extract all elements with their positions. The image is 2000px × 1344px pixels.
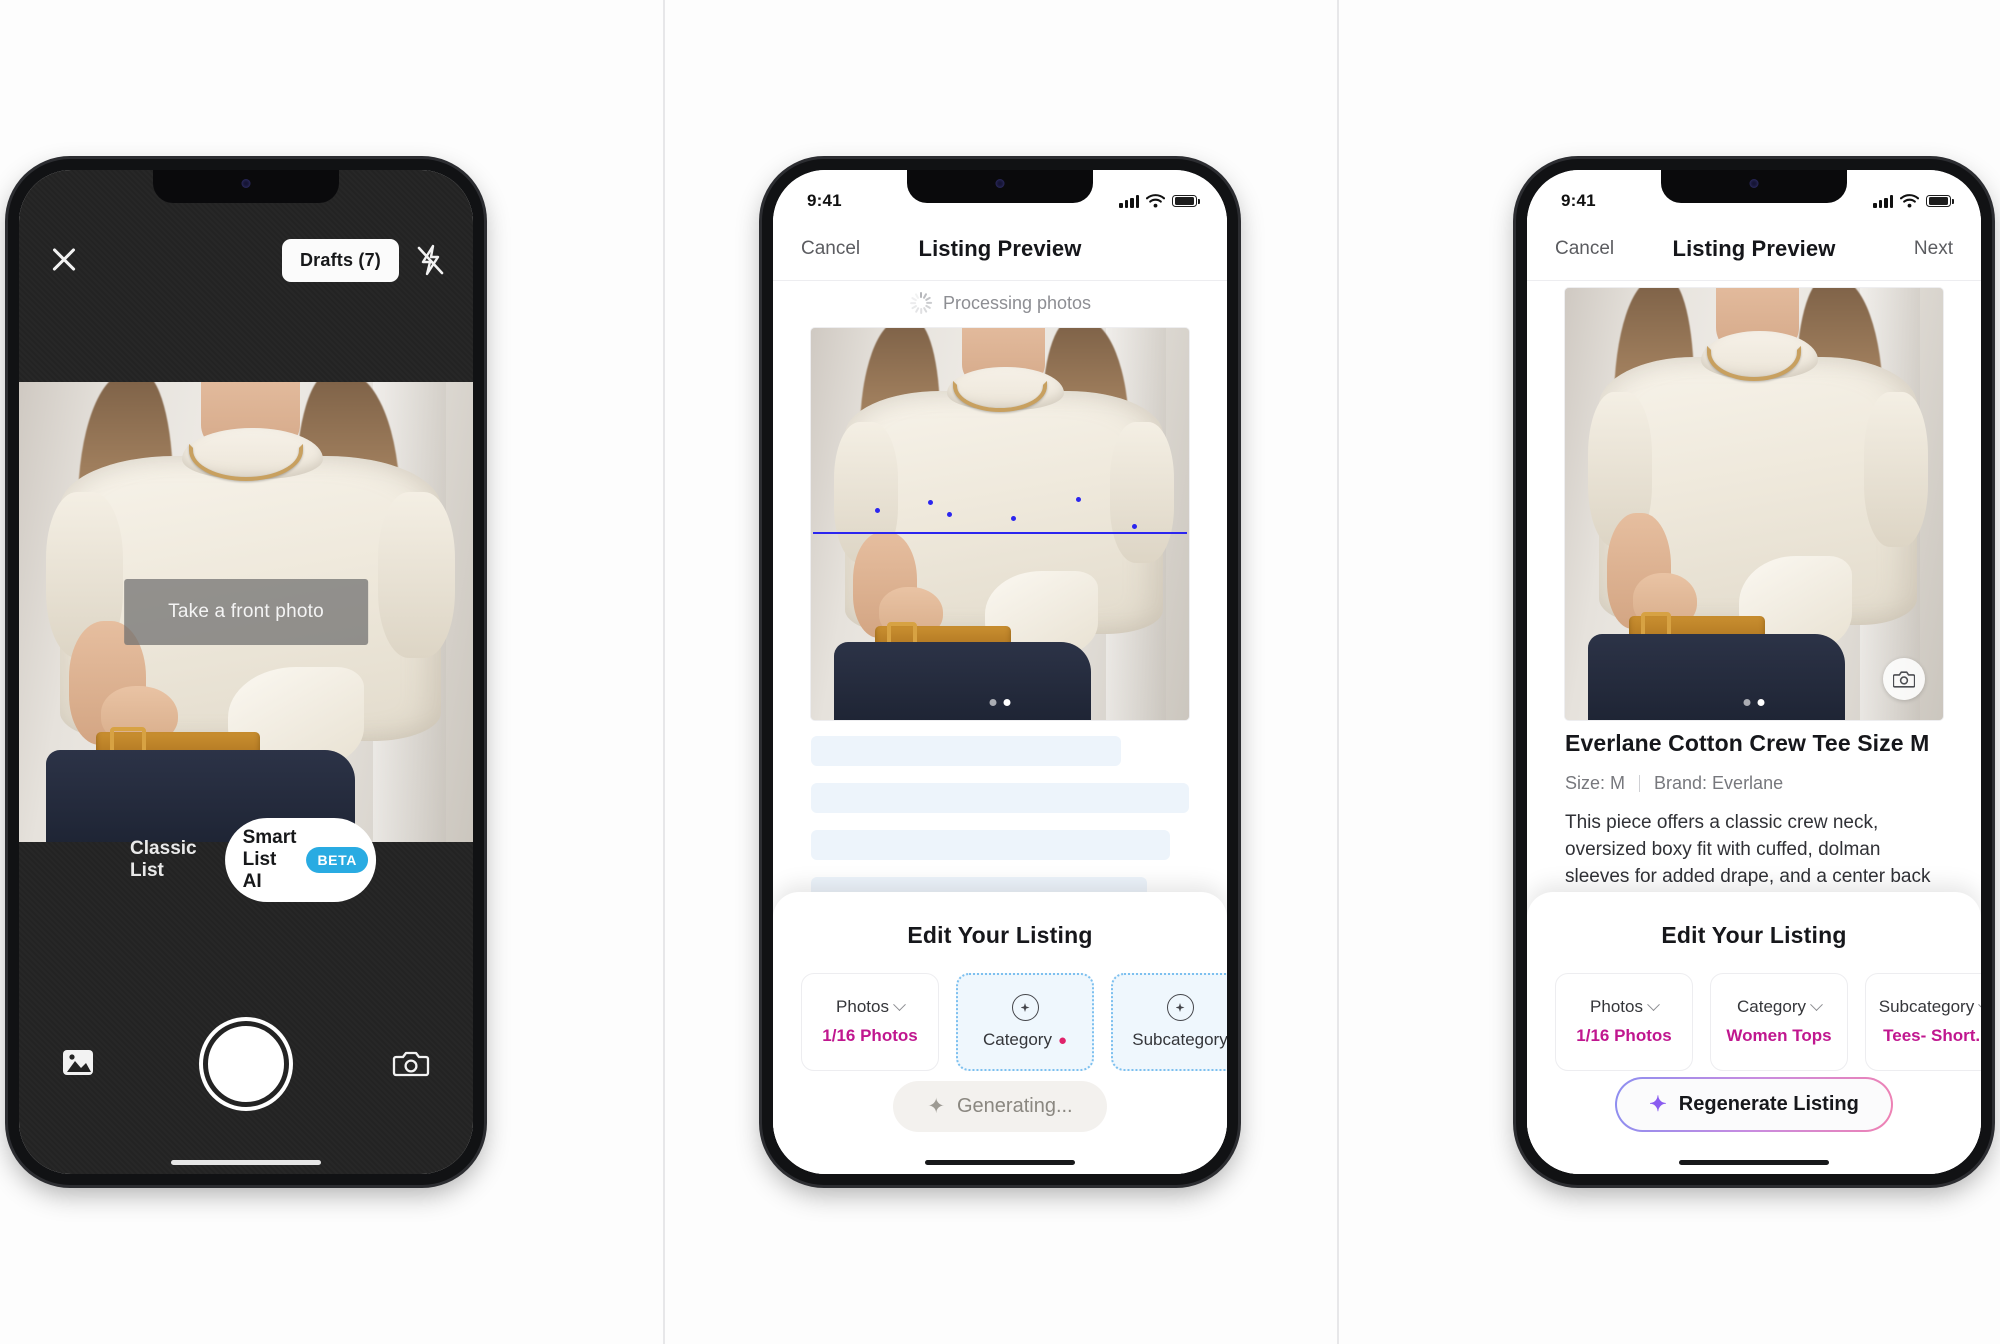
regenerate-label: Regenerate Listing — [1678, 1093, 1859, 1115]
skeleton-bar — [811, 783, 1189, 813]
listing-photo-processing[interactable] — [811, 328, 1189, 720]
processing-status: Processing photos — [773, 292, 1227, 314]
device-notch — [907, 170, 1093, 203]
chip-subcategory[interactable]: Subcategory — [1111, 973, 1227, 1071]
mode-smart-list-ai[interactable]: Smart List AI BETA — [224, 818, 376, 902]
home-indicator — [1679, 1160, 1829, 1165]
listing-photo[interactable] — [1565, 288, 1943, 720]
edit-listing-sheet: Edit Your Listing Photos 1/16 Photos Cat… — [1527, 892, 1981, 1174]
ai-detection-dot — [1075, 496, 1081, 502]
attribute-chip-row[interactable]: Photos 1/16 Photos Category ● Subcategor… — [773, 949, 1227, 1071]
mode-smart-label: Smart List AI — [242, 827, 297, 892]
wifi-icon — [1900, 194, 1919, 208]
chip-label: Subcategory — [1878, 997, 1975, 1017]
listing-meta: Size: M Brand: Everlane — [1565, 773, 1943, 794]
phone-1-camera: Drafts (7) Take a front photo Classic Li… — [8, 159, 484, 1185]
device-notch — [153, 170, 339, 203]
page-title: Listing Preview — [1672, 236, 1836, 261]
status-time: 9:41 — [807, 191, 842, 210]
generating-button: ✦ Generating... — [893, 1081, 1107, 1132]
device-notch — [1661, 170, 1847, 203]
chip-category[interactable]: Category Women Tops — [1710, 973, 1848, 1071]
skeleton-bar — [811, 736, 1121, 766]
capture-mode-switch: Classic List Smart List AI BETA — [116, 818, 376, 902]
page-title: Listing Preview — [918, 236, 1082, 261]
photo-pager — [1743, 699, 1765, 706]
chip-label: Photos — [836, 997, 889, 1017]
camera-icon[interactable] — [1883, 658, 1925, 700]
camera-flip-icon[interactable] — [391, 1046, 431, 1082]
chip-value: 1/16 Photos — [1576, 1026, 1672, 1046]
photo-pager — [989, 699, 1011, 706]
home-indicator — [171, 1160, 321, 1165]
shutter-button[interactable] — [203, 1021, 289, 1107]
loading-spinner-icon — [909, 292, 933, 314]
battery-icon — [1926, 194, 1954, 208]
listing-brand: Brand: Everlane — [1654, 773, 1784, 793]
camera-live-preview: Take a front photo — [19, 382, 473, 842]
chip-value: Women Tops — [1726, 1026, 1832, 1046]
chip-value: Tees- Short.. — [1883, 1026, 1981, 1046]
phone-2-processing: 9:41 Cancel Listing Preview Processing p… — [762, 159, 1238, 1185]
chip-value: 1/16 Photos — [822, 1026, 918, 1046]
close-icon[interactable] — [47, 243, 81, 277]
chevron-down-icon — [1647, 998, 1660, 1012]
panel-divider-2 — [1337, 0, 1339, 1344]
listing-title: Everlane Cotton Crew Tee Size M — [1565, 730, 1930, 756]
chip-photos[interactable]: Photos 1/16 Photos — [1555, 973, 1693, 1071]
cellular-bars-icon — [1119, 194, 1139, 208]
mode-classic-list[interactable]: Classic List — [116, 830, 211, 890]
listing-size: Size: M — [1565, 773, 1626, 793]
chevron-down-icon — [1810, 998, 1823, 1012]
chip-photos[interactable]: Photos 1/16 Photos — [801, 973, 939, 1071]
sheet-title: Edit Your Listing — [1661, 922, 1847, 948]
sparkle-icon: ✦ — [927, 1095, 945, 1118]
regenerate-listing-button[interactable]: ✦ Regenerate Listing — [1615, 1077, 1893, 1132]
generating-label: Generating... — [956, 1095, 1073, 1117]
chevron-down-icon — [1978, 998, 1981, 1012]
next-button[interactable]: Next — [1887, 238, 1953, 260]
flash-off-icon[interactable] — [415, 244, 445, 276]
nav-divider — [773, 280, 1227, 281]
photo-hint-label: Take a front photo — [124, 579, 368, 645]
camera-controls — [19, 1014, 473, 1114]
home-indicator — [925, 1160, 1075, 1165]
chip-label: Category — [1737, 997, 1806, 1017]
chip-subcategory[interactable]: Subcategory Tees- Short.. — [1865, 973, 1981, 1071]
meta-divider — [1639, 775, 1641, 792]
navigation-bar: Cancel Listing Preview Next — [1527, 218, 1981, 280]
status-time: 9:41 — [1561, 191, 1596, 210]
cellular-bars-icon — [1873, 194, 1893, 208]
phone-3-generated: 9:41 Cancel Listing Preview Next Everlan… — [1516, 159, 1992, 1185]
panel-divider-1 — [663, 0, 665, 1344]
drafts-button[interactable]: Drafts (7) — [281, 238, 399, 282]
camera-top-bar: Drafts (7) — [19, 222, 473, 298]
attribute-chip-row[interactable]: Photos 1/16 Photos Category Women Tops S… — [1527, 949, 1981, 1071]
required-asterisk: ● — [1057, 1031, 1068, 1049]
processing-label: Processing photos — [942, 292, 1092, 313]
edit-listing-sheet: Edit Your Listing Photos 1/16 Photos Cat… — [773, 892, 1227, 1174]
battery-icon — [1172, 194, 1200, 208]
chip-label: Subcategory — [1132, 1030, 1227, 1049]
chevron-down-icon — [893, 998, 906, 1012]
cancel-button[interactable]: Cancel — [1555, 238, 1621, 260]
wifi-icon — [1146, 194, 1165, 208]
photo-library-icon[interactable] — [61, 1046, 101, 1082]
nav-divider — [1527, 280, 1981, 281]
beta-badge: BETA — [306, 847, 368, 873]
ai-detection-line — [813, 531, 1187, 535]
screenshot-stage: Drafts (7) Take a front photo Classic Li… — [0, 0, 2000, 1344]
chip-label: Category — [982, 1030, 1052, 1049]
sparkle-icon: ✦ — [1649, 1093, 1667, 1116]
cancel-button[interactable]: Cancel — [801, 238, 867, 260]
skeleton-bar — [811, 830, 1171, 860]
sheet-title: Edit Your Listing — [907, 922, 1093, 948]
chip-label: Photos — [1590, 997, 1643, 1017]
add-sparkle-icon — [1011, 994, 1039, 1021]
chip-category[interactable]: Category ● — [956, 973, 1094, 1071]
add-sparkle-icon — [1166, 994, 1194, 1021]
navigation-bar: Cancel Listing Preview — [773, 218, 1227, 280]
